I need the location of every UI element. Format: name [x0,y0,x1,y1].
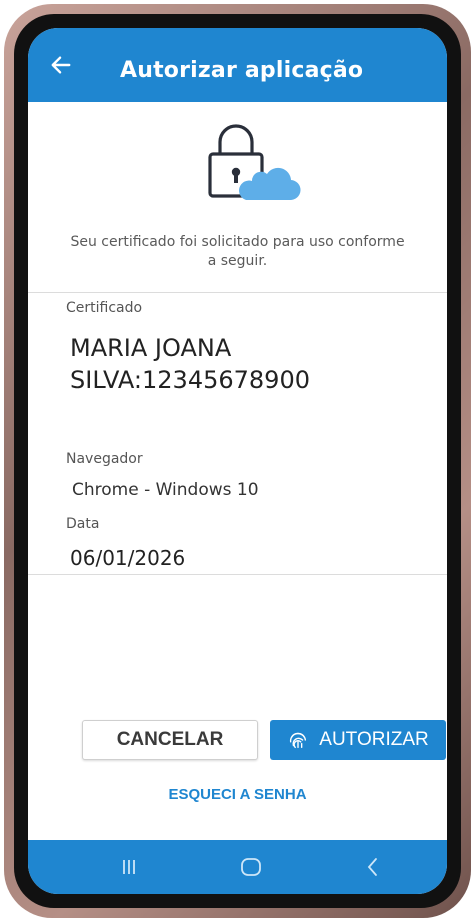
intro-text: Seu certificado foi solicitado para uso … [70,234,405,269]
phone-frame: Autorizar aplicação Seu certificado foi … [4,4,471,918]
cancel-button[interactable]: CANCELAR [82,720,258,760]
arrow-left-icon[interactable] [50,54,72,76]
screen: Autorizar aplicação Seu certificado foi … [28,28,447,894]
date-label: Data [66,516,100,532]
back-icon[interactable] [360,854,386,880]
date-value: 06/01/2026 [70,546,186,570]
home-icon[interactable] [238,854,264,880]
authorize-button[interactable]: AUTORIZAR [270,720,446,760]
lock-cloud-icon [208,124,301,200]
forgot-password-link[interactable]: ESQUECI A SENHA [28,786,447,803]
page-title: Autorizar aplicação [120,58,364,83]
recents-icon[interactable] [116,854,142,880]
certificate-line-1: MARIA JOANA [70,334,232,362]
fingerprint-icon [290,732,307,749]
divider [28,574,447,575]
certificate-value: MARIA JOANA SILVA:12345678900 [70,332,370,396]
browser-label: Navegador [66,451,143,467]
certificate-line-2: SILVA:12345678900 [70,366,310,394]
phone-bezel: Autorizar aplicação Seu certificado foi … [14,14,461,908]
authorize-label: AUTORIZAR [319,729,429,750]
divider [28,292,447,293]
certificate-label: Certificado [66,300,143,316]
system-nav-bar [28,840,447,894]
app-bar: Autorizar aplicação [28,28,447,102]
browser-value: Chrome - Windows 10 [72,480,259,500]
